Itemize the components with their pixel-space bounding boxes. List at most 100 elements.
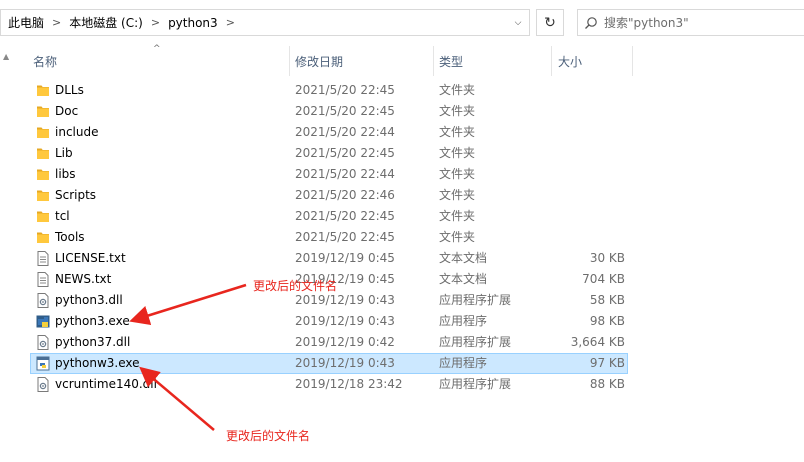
file-row[interactable]: DLLs 2021/5/20 22:45 文件夹	[30, 80, 628, 101]
search-box[interactable]	[577, 9, 804, 36]
file-type: 文本文档	[439, 272, 488, 286]
breadcrumb-local-disk[interactable]: 本地磁盘 (C:)	[67, 14, 145, 31]
file-row[interactable]: Doc 2021/5/20 22:45 文件夹	[30, 101, 628, 122]
file-type: 应用程序	[439, 314, 488, 328]
file-name: vcruntime140.dll	[55, 377, 157, 391]
file-date-modified: 2021/5/20 22:45	[295, 230, 395, 244]
breadcrumb-python3[interactable]: python3	[166, 16, 220, 30]
file-name: NEWS.txt	[55, 272, 112, 286]
file-row[interactable]: Lib 2021/5/20 22:45 文件夹	[30, 143, 628, 164]
file-row[interactable]: Tools 2021/5/20 22:45 文件夹	[30, 227, 628, 248]
dll-file-icon	[36, 377, 50, 392]
file-type: 应用程序扩展	[439, 377, 512, 391]
file-type: 文件夹	[439, 125, 476, 139]
file-type: 文件夹	[439, 104, 476, 118]
column-header-size-label: 大小	[558, 54, 583, 69]
file-row[interactable]: pythonw3.exe 2019/12/19 0:43 应用程序 97 KB	[30, 353, 628, 374]
file-type: 应用程序扩展	[439, 293, 512, 307]
refresh-button[interactable]: ↻	[536, 9, 564, 36]
file-row[interactable]: tcl 2021/5/20 22:45 文件夹	[30, 206, 628, 227]
column-header-date-label: 修改日期	[295, 54, 344, 69]
column-header-type[interactable]: 类型	[439, 46, 551, 76]
file-name: include	[55, 125, 99, 139]
folder-icon	[36, 104, 50, 119]
file-size: 704 KB	[582, 272, 625, 286]
navigation-pane-edge[interactable]: ▲	[0, 46, 14, 462]
column-divider[interactable]	[289, 46, 290, 76]
annotation-label-2: 更改后的文件名	[226, 429, 311, 443]
annotation-label-1: 更改后的文件名	[253, 279, 338, 293]
column-header-name[interactable]: 名称	[33, 46, 289, 76]
file-size: 30 KB	[589, 251, 625, 265]
search-icon	[578, 16, 604, 30]
column-divider[interactable]	[433, 46, 434, 76]
file-date-modified: 2019/12/19 0:43	[295, 356, 395, 370]
file-type: 文件夹	[439, 209, 476, 223]
column-header-type-label: 类型	[439, 54, 464, 69]
file-type: 文件夹	[439, 83, 476, 97]
text-file-icon	[36, 251, 50, 266]
file-date-modified: 2021/5/20 22:46	[295, 188, 395, 202]
column-divider[interactable]	[551, 46, 552, 76]
column-header-date[interactable]: 修改日期	[295, 46, 433, 76]
file-row[interactable]: Scripts 2021/5/20 22:46 文件夹	[30, 185, 628, 206]
column-divider[interactable]	[632, 46, 633, 76]
file-type: 应用程序	[439, 356, 488, 370]
search-input[interactable]	[604, 15, 784, 30]
breadcrumb-chevron-icon[interactable]: >	[46, 16, 67, 29]
pythonw-exe-icon	[36, 356, 50, 371]
file-row[interactable]: include 2021/5/20 22:44 文件夹	[30, 122, 628, 143]
file-name: LICENSE.txt	[55, 251, 126, 265]
file-date-modified: 2021/5/20 22:45	[295, 83, 395, 97]
file-size: 98 KB	[589, 314, 625, 328]
folder-icon	[36, 125, 50, 140]
folder-icon	[36, 83, 50, 98]
file-name: libs	[55, 167, 76, 181]
breadcrumb-this-pc[interactable]: 此电脑	[1, 14, 46, 31]
column-header-size[interactable]: 大小	[558, 46, 633, 76]
file-row[interactable]: python37.dll 2019/12/19 0:42 应用程序扩展 3,664 K…	[30, 332, 628, 353]
chevron-down-icon[interactable]: ⌵	[507, 10, 529, 35]
file-row[interactable]: vcruntime140.dll 2019/12/18 23:42 应用程序扩展 88…	[30, 374, 628, 395]
file-name: python3.dll	[55, 293, 123, 307]
file-date-modified: 2019/12/18 23:42	[295, 377, 403, 391]
folder-icon	[36, 146, 50, 161]
file-date-modified: 2021/5/20 22:44	[295, 125, 395, 139]
file-row[interactable]: libs 2021/5/20 22:44 文件夹	[30, 164, 628, 185]
file-type: 文件夹	[439, 167, 476, 181]
file-date-modified: 2019/12/19 0:42	[295, 335, 395, 349]
file-name: Lib	[55, 146, 73, 160]
refresh-icon: ↻	[544, 14, 556, 31]
file-size: 58 KB	[589, 293, 625, 307]
breadcrumb-chevron-icon[interactable]: >	[145, 16, 166, 29]
column-header-name-label: 名称	[33, 54, 58, 69]
file-date-modified: 2021/5/20 22:45	[295, 146, 395, 160]
file-date-modified: 2021/5/20 22:44	[295, 167, 395, 181]
python-exe-icon	[36, 314, 50, 329]
file-size: 97 KB	[589, 356, 625, 370]
scroll-up-icon[interactable]: ▲	[3, 52, 9, 61]
file-row[interactable]: LICENSE.txt 2019/12/19 0:45 文本文档 30 KB	[30, 248, 628, 269]
file-row[interactable]: python3.exe 2019/12/19 0:43 应用程序 98 KB	[30, 311, 628, 332]
file-type: 文件夹	[439, 146, 476, 160]
breadcrumb-chevron-icon[interactable]: >	[220, 16, 241, 29]
dll-file-icon	[36, 293, 50, 308]
folder-icon	[36, 188, 50, 203]
dll-file-icon	[36, 335, 50, 350]
file-name: Tools	[55, 230, 85, 244]
address-bar[interactable]: 此电脑 > 本地磁盘 (C:) > python3 > ⌵	[0, 9, 530, 36]
file-name: Scripts	[55, 188, 97, 202]
address-toolbar: 此电脑 > 本地磁盘 (C:) > python3 > ⌵ ↻	[0, 0, 804, 46]
folder-icon	[36, 230, 50, 245]
text-file-icon	[36, 272, 50, 287]
file-date-modified: 2019/12/19 0:43	[295, 314, 395, 328]
file-name: python3.exe	[55, 314, 130, 328]
file-date-modified: 2021/5/20 22:45	[295, 104, 395, 118]
file-name: tcl	[55, 209, 70, 223]
file-name: Doc	[55, 104, 79, 118]
file-name: python37.dll	[55, 335, 131, 349]
file-type: 文本文档	[439, 251, 488, 265]
folder-icon	[36, 167, 50, 182]
file-type: 文件夹	[439, 230, 476, 244]
file-size: 3,664 KB	[570, 335, 625, 349]
